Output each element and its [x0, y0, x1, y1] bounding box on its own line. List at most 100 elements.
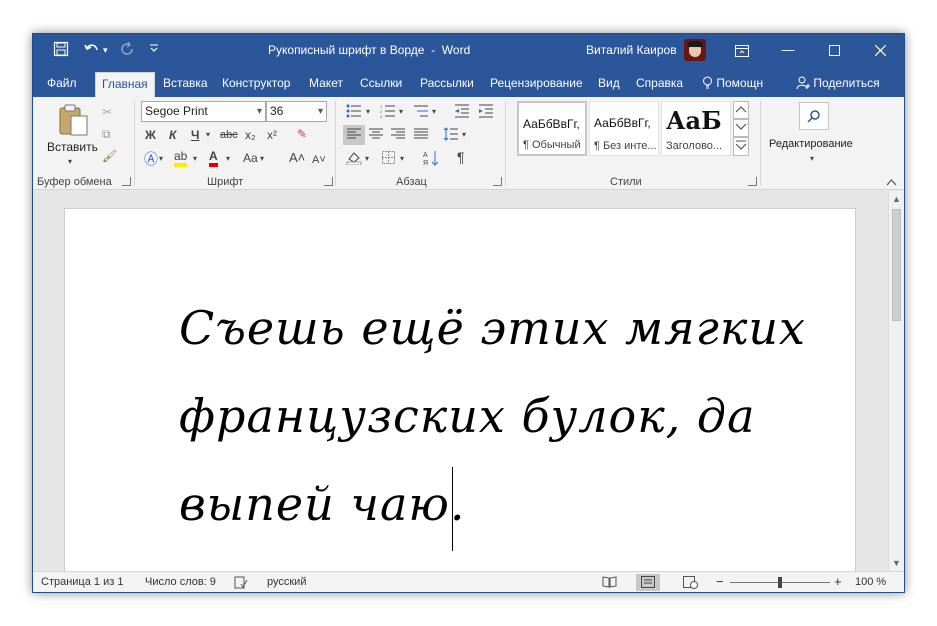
style-normal[interactable]: АаБбВвГг, ¶ Обычный [517, 101, 587, 156]
document-page[interactable]: Съешь ещё этих мягких французских булок,… [64, 208, 856, 571]
clipboard-launcher-icon[interactable] [122, 177, 131, 186]
scroll-thumb[interactable] [892, 209, 901, 321]
tab-layout[interactable]: Макет [303, 72, 349, 97]
numbering-dropdown-icon[interactable]: ▾ [399, 105, 403, 119]
highlight-color-icon[interactable]: ab [174, 150, 188, 167]
language[interactable]: русский [267, 576, 306, 589]
zoom-level[interactable]: 100 % [855, 576, 886, 589]
font-launcher-icon[interactable] [324, 177, 333, 186]
tab-review[interactable]: Рецензирование [484, 72, 589, 97]
styles-scroll-down-icon[interactable] [733, 119, 749, 137]
borders-dropdown-icon[interactable]: ▾ [400, 152, 404, 166]
bold-button[interactable]: Ж [145, 128, 156, 142]
underline-dropdown-icon[interactable]: ▾ [206, 128, 210, 142]
justify-button[interactable] [414, 128, 428, 143]
multilevel-dropdown-icon[interactable]: ▾ [432, 105, 436, 119]
undo-icon[interactable] [84, 41, 100, 59]
document-text-line[interactable]: французских булок, да [179, 389, 756, 443]
collapse-ribbon-icon[interactable] [886, 175, 897, 189]
style-no-spacing[interactable]: АаБбВвГг, ¶ Без инте... [589, 101, 659, 156]
sort-icon[interactable]: АЯ [423, 150, 439, 169]
paste-button[interactable] [57, 103, 89, 140]
font-color-icon[interactable]: A [209, 150, 218, 167]
paste-label[interactable]: Вставить [47, 140, 98, 154]
tab-references[interactable]: Ссылки [354, 72, 408, 97]
maximize-button[interactable] [811, 34, 857, 66]
page-count[interactable]: Страница 1 из 1 [41, 576, 123, 589]
borders-icon[interactable] [382, 151, 395, 167]
zoom-in-button[interactable]: + [834, 575, 842, 588]
shrink-font-button[interactable]: A˅ [312, 153, 326, 167]
styles-scroll-up-icon[interactable] [733, 101, 749, 119]
line-spacing-icon[interactable] [443, 127, 459, 144]
shading-icon[interactable] [346, 150, 362, 168]
line-spacing-dropdown-icon[interactable]: ▾ [462, 128, 466, 142]
scroll-down-icon[interactable]: ▼ [889, 556, 904, 570]
minimize-button[interactable]: — [765, 34, 811, 66]
show-formatting-icon[interactable]: ¶ [457, 150, 465, 164]
font-color-dropdown-icon[interactable]: ▾ [226, 152, 230, 166]
undo-dropdown-icon[interactable]: ▾ [103, 41, 108, 59]
increase-indent-icon[interactable] [478, 104, 494, 121]
align-right-button[interactable] [391, 128, 405, 143]
highlight-dropdown-icon[interactable]: ▾ [193, 152, 197, 166]
search-icon[interactable] [799, 102, 829, 130]
close-button[interactable] [857, 34, 903, 66]
bullets-dropdown-icon[interactable]: ▾ [366, 105, 370, 119]
text-effects-icon[interactable]: Ⓐ [144, 152, 158, 166]
proofing-icon[interactable] [234, 576, 248, 592]
tab-design[interactable]: Конструктор [216, 72, 296, 97]
format-painter-icon[interactable]: 🖌 [102, 149, 117, 163]
tab-home[interactable]: Главная [95, 72, 155, 97]
align-center-button[interactable] [369, 128, 383, 143]
font-size-combo[interactable]: 36 ▾ [266, 101, 327, 122]
styles-more-icon[interactable] [733, 137, 749, 156]
underline-button[interactable]: Ч [191, 128, 199, 142]
tab-mailings[interactable]: Рассылки [414, 72, 480, 97]
multilevel-list-icon[interactable] [413, 104, 429, 121]
style-heading-1[interactable]: АаБ Заголово... [661, 101, 731, 156]
text-effects-dropdown-icon[interactable]: ▾ [159, 152, 163, 166]
styles-launcher-icon[interactable] [748, 177, 757, 186]
strikethrough-button[interactable]: abc [220, 128, 238, 142]
share-button[interactable]: Поделиться [790, 72, 886, 97]
vertical-scrollbar[interactable]: ▲ ▼ [888, 191, 904, 571]
print-layout-icon[interactable] [636, 574, 660, 591]
editing-button[interactable]: Редактирование [769, 138, 853, 150]
change-case-button[interactable]: Aa [243, 151, 258, 165]
bullets-icon[interactable] [346, 104, 362, 121]
scroll-up-icon[interactable]: ▲ [889, 192, 904, 206]
zoom-slider-thumb[interactable] [778, 577, 782, 588]
web-layout-icon[interactable] [683, 576, 698, 592]
read-mode-icon[interactable] [602, 576, 617, 591]
subscript-button[interactable]: x₂ [245, 128, 256, 142]
paste-dropdown-icon[interactable]: ▾ [68, 155, 72, 169]
user-name[interactable]: Виталий Каиров [586, 42, 677, 58]
grow-font-button[interactable]: A˄ [289, 151, 305, 165]
paragraph-launcher-icon[interactable] [493, 177, 502, 186]
decrease-indent-icon[interactable] [454, 104, 470, 121]
save-icon[interactable] [53, 41, 69, 59]
copy-icon[interactable]: ⧉ [102, 127, 111, 141]
ribbon-display-options-icon[interactable] [719, 34, 765, 66]
tab-file[interactable]: Файл [41, 72, 83, 97]
editing-dropdown-icon[interactable]: ▾ [810, 152, 814, 166]
numbering-icon[interactable]: 123 [380, 104, 396, 121]
shading-dropdown-icon[interactable]: ▾ [365, 152, 369, 166]
redo-icon[interactable] [119, 41, 135, 59]
document-text-line[interactable]: Съешь ещё этих мягких [179, 301, 806, 355]
cut-icon[interactable]: ✂ [102, 105, 112, 119]
superscript-button[interactable]: x² [267, 128, 277, 142]
change-case-dropdown-icon[interactable]: ▾ [260, 152, 264, 166]
tell-me[interactable]: Помощн [696, 72, 769, 97]
tab-help[interactable]: Справка [630, 72, 689, 97]
align-left-button[interactable] [343, 125, 365, 145]
clear-formatting-icon[interactable]: ✎ [297, 127, 307, 141]
font-name-combo[interactable]: Segoe Print ▾ [141, 101, 266, 122]
avatar[interactable] [684, 39, 706, 61]
italic-button[interactable]: К [169, 128, 176, 142]
tab-view[interactable]: Вид [592, 72, 626, 97]
word-count[interactable]: Число слов: 9 [145, 576, 216, 589]
document-text-line[interactable]: выпей чаю. [179, 477, 466, 531]
customize-qat-icon[interactable] [149, 41, 159, 59]
